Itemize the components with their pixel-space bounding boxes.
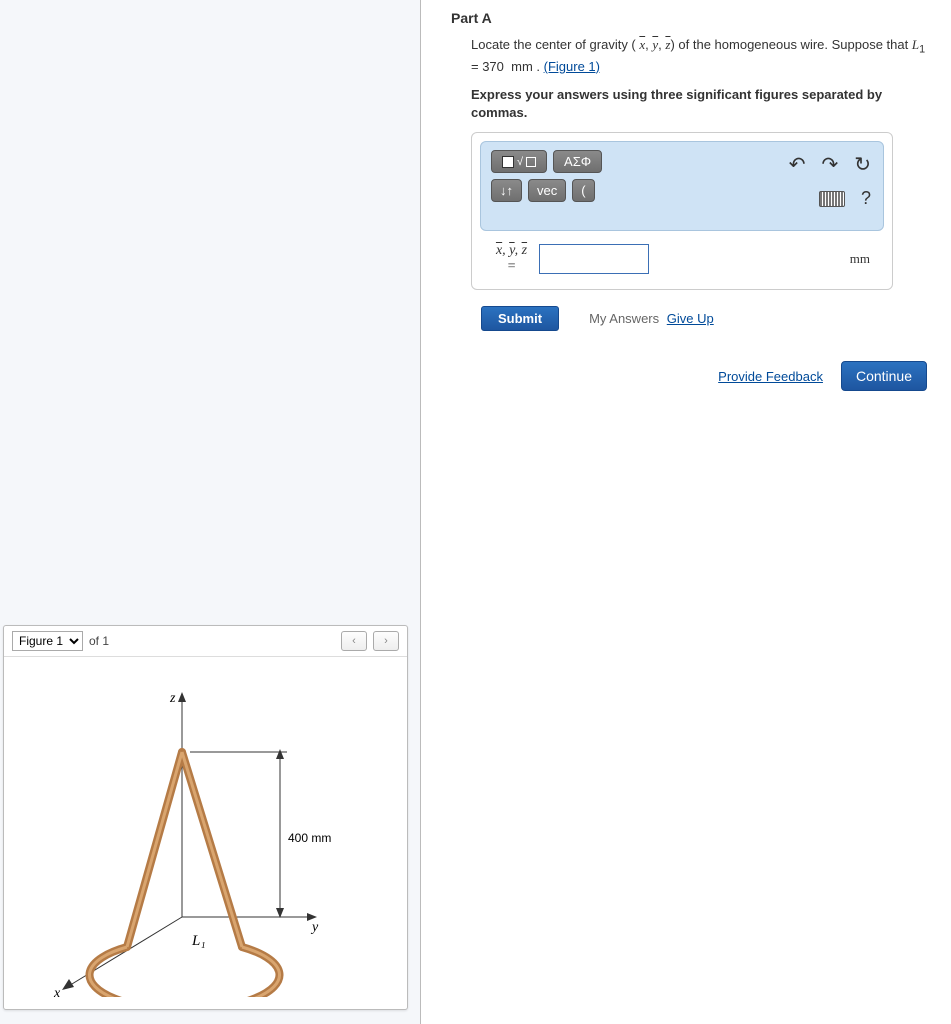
figure-panel: Figure 1 of 1 ‹ › z y x	[3, 625, 408, 1010]
figure-header: Figure 1 of 1 ‹ ›	[4, 626, 407, 657]
submit-row: Submit My Answers Give Up	[481, 306, 931, 331]
help-icon[interactable]: ?	[861, 188, 871, 209]
L1-label: L₁	[191, 933, 206, 949]
give-up-link[interactable]: Give Up	[667, 311, 714, 326]
units-label: mm	[850, 251, 870, 267]
answer-input[interactable]	[539, 244, 649, 274]
figure-of-text: of 1	[89, 634, 109, 648]
reset-icon[interactable]: ↻	[854, 152, 871, 177]
axis-z-label: z	[169, 691, 176, 706]
figure-next-button[interactable]: ›	[373, 631, 399, 651]
right-column: Part A Locate the center of gravity ( x,…	[421, 0, 951, 1024]
my-answers-label: My Answers	[589, 311, 659, 326]
arrows-button[interactable]: ↓↑	[491, 179, 522, 202]
prompt-text-1: Locate the center of gravity ( x, y, z) …	[471, 37, 925, 74]
part-title: Part A	[451, 10, 931, 26]
figure-link[interactable]: (Figure 1)	[544, 59, 600, 74]
prompt-instructions: Express your answers using three signifi…	[471, 86, 931, 122]
continue-button[interactable]: Continue	[841, 361, 927, 391]
provide-feedback-link[interactable]: Provide Feedback	[718, 369, 823, 384]
figure-prev-button[interactable]: ‹	[341, 631, 367, 651]
answer-lhs: x, y, z=	[484, 243, 539, 274]
wire-figure	[90, 752, 280, 997]
dim-400mm: 400 mm	[288, 831, 331, 845]
figure-image: z y x 400 mm	[4, 657, 407, 1009]
footer-row: Provide Feedback Continue	[451, 361, 931, 391]
template-button[interactable]: √	[491, 150, 547, 173]
undo-icon[interactable]: ↶	[789, 152, 806, 177]
equation-toolbar: √ ΑΣΦ ↓↑ vec ( ↶ ↷ ↻ ?	[480, 141, 884, 231]
greek-button[interactable]: ΑΣΦ	[553, 150, 602, 173]
axis-x-label: x	[53, 986, 61, 997]
answer-input-row: x, y, z= mm	[484, 243, 880, 274]
figure-select[interactable]: Figure 1	[12, 631, 83, 651]
answer-area: √ ΑΣΦ ↓↑ vec ( ↶ ↷ ↻ ?	[471, 132, 893, 290]
vec-button[interactable]: vec	[528, 179, 566, 202]
submit-button[interactable]: Submit	[481, 306, 559, 331]
left-column: Figure 1 of 1 ‹ › z y x	[0, 0, 421, 1024]
keyboard-icon[interactable]	[819, 191, 845, 207]
question-prompt: Locate the center of gravity ( x, y, z) …	[471, 36, 931, 76]
axis-y-label: y	[310, 920, 319, 935]
redo-icon[interactable]: ↷	[821, 152, 838, 177]
paren-button[interactable]: (	[572, 179, 594, 202]
